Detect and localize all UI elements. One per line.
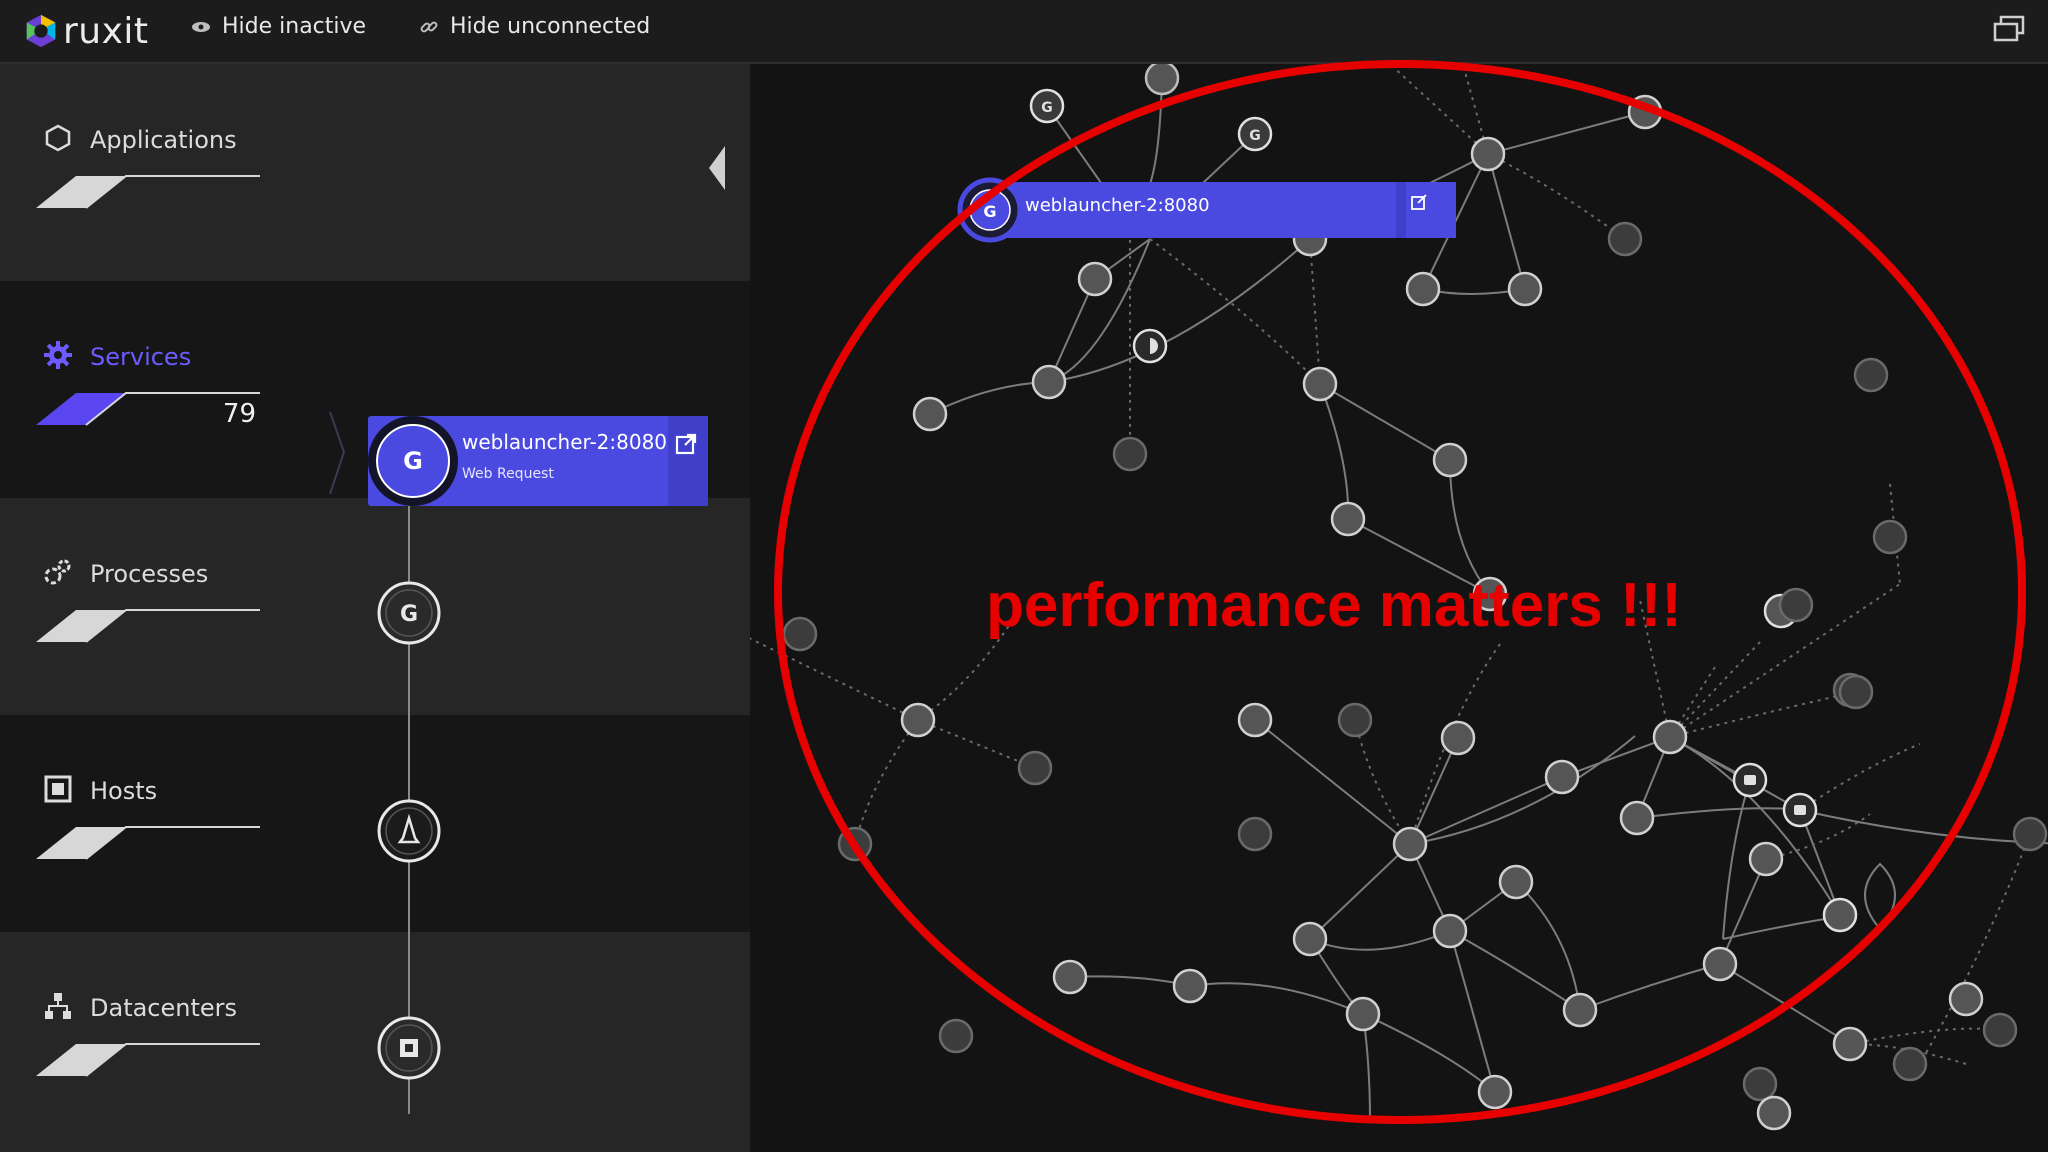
graph-node <box>1872 519 1908 555</box>
graph-node <box>1652 719 1688 755</box>
service-badge-icon: G <box>368 416 458 506</box>
graph-node <box>1782 792 1818 828</box>
graph-node <box>2012 816 2048 852</box>
graph-node <box>1345 996 1381 1032</box>
graph-node <box>1498 864 1534 900</box>
graph-node <box>1948 981 1984 1017</box>
annotation-text: performance matters !!! <box>986 571 1682 640</box>
processes-icon <box>44 559 71 585</box>
svg-text:G: G <box>983 202 996 221</box>
sidebar: Applications Services 79 Processes Hosts… <box>0 64 750 1152</box>
process-node[interactable]: G <box>376 580 442 646</box>
collapse-sidebar-icon[interactable] <box>707 146 727 190</box>
level-meter <box>36 609 260 643</box>
sidebar-item-label: Datacenters <box>90 994 238 1022</box>
graph-node <box>1619 800 1655 836</box>
level-meter <box>36 1043 260 1077</box>
svg-text:G: G <box>400 602 418 627</box>
graph-node <box>1392 826 1428 862</box>
window-restore-icon[interactable] <box>1992 14 2026 44</box>
graph-node <box>1237 702 1273 738</box>
graph-selected-service[interactable]: G weblauncher-2:8080 <box>957 177 1456 243</box>
graph-node <box>1432 913 1468 949</box>
brand-name: ruxit <box>63 10 149 52</box>
graph-node <box>1470 136 1506 172</box>
graph-node <box>1892 1046 1928 1082</box>
graph-node <box>1562 992 1598 1028</box>
graph-node <box>1838 674 1874 710</box>
service-subtitle: Web Request <box>462 466 554 482</box>
app-logo[interactable]: ruxit <box>22 10 149 52</box>
services-count: 79 <box>222 399 256 429</box>
graph-node <box>1982 1012 2018 1048</box>
graph-node: G <box>1237 116 1273 152</box>
host-node[interactable] <box>376 798 442 864</box>
graph-node <box>1405 271 1441 307</box>
graph-node <box>1778 587 1814 623</box>
graph-node: G <box>1029 88 1065 124</box>
graph-node <box>1822 897 1858 933</box>
eye-off-icon <box>192 21 210 32</box>
graph-node <box>1337 702 1373 738</box>
sidebar-item-label: Hosts <box>90 777 158 805</box>
graph-node <box>1702 946 1738 982</box>
host-icon <box>44 775 72 803</box>
gear-icon <box>44 341 72 369</box>
graph-node <box>1017 750 1053 786</box>
sidebar-item-label: Services <box>90 343 192 371</box>
hide-inactive-label: Hide inactive <box>222 14 367 39</box>
svg-text:G: G <box>1041 100 1053 116</box>
graph-node <box>1077 261 1113 297</box>
graph-node <box>900 702 936 738</box>
graph-node <box>1507 271 1543 307</box>
level-meter <box>36 175 260 209</box>
graph-node <box>1748 841 1784 877</box>
graph-node <box>1330 501 1366 537</box>
graph-node <box>1031 364 1067 400</box>
sidebar-item-label: Processes <box>90 560 209 588</box>
level-meter <box>36 826 260 860</box>
sidebar-item-label: Applications <box>90 126 237 154</box>
svg-text:G: G <box>403 447 423 475</box>
service-card[interactable]: G weblauncher-2:8080 Web Request <box>368 416 708 506</box>
graph-node <box>1052 959 1088 995</box>
graph-node <box>1544 759 1580 795</box>
hide-inactive-button[interactable]: Hide inactive <box>190 14 366 39</box>
graph-node <box>1292 921 1328 957</box>
graph-node <box>1477 1074 1513 1110</box>
graph-node <box>782 616 818 652</box>
graph-node <box>1144 64 1180 96</box>
hexagon-icon <box>45 124 71 152</box>
graph-node <box>1172 968 1208 1004</box>
hide-unconnected-button[interactable]: Hide unconnected <box>418 14 650 39</box>
graph-node <box>1742 1066 1778 1102</box>
ruxit-logo-icon <box>26 14 56 48</box>
link-icon <box>420 21 438 32</box>
service-name: weblauncher-2:8080 <box>462 430 668 454</box>
sidebar-item-applications[interactable]: Applications <box>0 64 750 281</box>
graph-node <box>912 396 948 432</box>
datacenter-icon <box>45 993 71 1019</box>
graph-service-label: weblauncher-2:8080 <box>1025 195 1210 216</box>
graph-node <box>1112 436 1148 472</box>
hide-unconnected-label: Hide unconnected <box>450 14 651 39</box>
graph-node <box>938 1018 974 1054</box>
top-bar: ruxit Hide inactive Hide unconnected <box>0 0 2048 64</box>
graph-node <box>1302 366 1338 402</box>
graph-node <box>1237 816 1273 852</box>
external-link-icon[interactable] <box>674 432 698 456</box>
graph-node <box>1627 94 1663 130</box>
graph-node <box>1432 442 1468 478</box>
graph-node <box>837 826 873 862</box>
graph-node <box>1440 720 1476 756</box>
graph-node <box>1756 1095 1792 1131</box>
svg-text:G: G <box>1249 128 1261 144</box>
graph-node <box>1132 328 1168 364</box>
graph-node <box>1607 221 1643 257</box>
graph-node <box>1832 1026 1868 1062</box>
graph-node <box>1732 762 1768 798</box>
datacenter-node[interactable] <box>376 1015 442 1081</box>
graph-node <box>1853 357 1889 393</box>
